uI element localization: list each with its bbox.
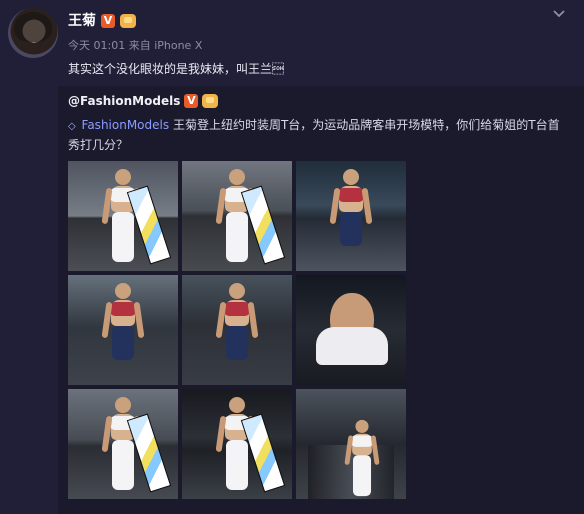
- runway-photo-8[interactable]: [182, 389, 292, 499]
- runway-photo-2[interactable]: [182, 161, 292, 271]
- model-figure: [215, 283, 259, 381]
- avatar-hair: [14, 12, 52, 42]
- verified-badge: V: [184, 94, 199, 108]
- diamond-icon: ◇: [68, 121, 76, 132]
- runway-photo-7[interactable]: [68, 389, 178, 499]
- white-top: [316, 327, 388, 365]
- runway-photo-9[interactable]: [296, 389, 406, 499]
- avatar[interactable]: [8, 8, 58, 58]
- verified-badge: V: [101, 14, 115, 28]
- member-crown-icon: [202, 94, 219, 108]
- post-content: 其实这个没化眼妆的是我妹妹，叫王兰: [68, 62, 285, 76]
- image-grid: [68, 161, 406, 499]
- author-name[interactable]: 王菊: [68, 12, 96, 30]
- repost-author[interactable]: @FashionModels: [68, 94, 180, 108]
- post-meta: 今天 01:01 来自 iPhone X: [68, 39, 203, 52]
- member-crown-icon: [120, 14, 136, 28]
- repost-header: @FashionModels V: [68, 94, 219, 108]
- chevron-down-icon[interactable]: [552, 6, 566, 20]
- repost-card: @FashionModels V ◇ FashionModels 王菊登上纽约时…: [58, 86, 584, 514]
- post-author-row: 王菊 V: [68, 12, 136, 30]
- runway-photo-3[interactable]: [296, 161, 406, 271]
- runway-photo-1[interactable]: [68, 161, 178, 271]
- weibo-post: 王菊 V 今天 01:01 来自 iPhone X 其实这个没化眼妆的是我妹妹，…: [0, 0, 584, 514]
- repost-text: ◇ FashionModels 王菊登上纽约时装周T台，为运动品牌客串开场模特，…: [68, 116, 568, 155]
- model-figure: [101, 283, 145, 381]
- runway-photo-4[interactable]: [68, 275, 178, 385]
- repost-mention[interactable]: FashionModels: [82, 118, 170, 132]
- runway-photo-5[interactable]: [182, 275, 292, 385]
- runway-photo-6[interactable]: [296, 275, 406, 385]
- model-figure: [344, 419, 380, 499]
- model-figure: [329, 169, 373, 267]
